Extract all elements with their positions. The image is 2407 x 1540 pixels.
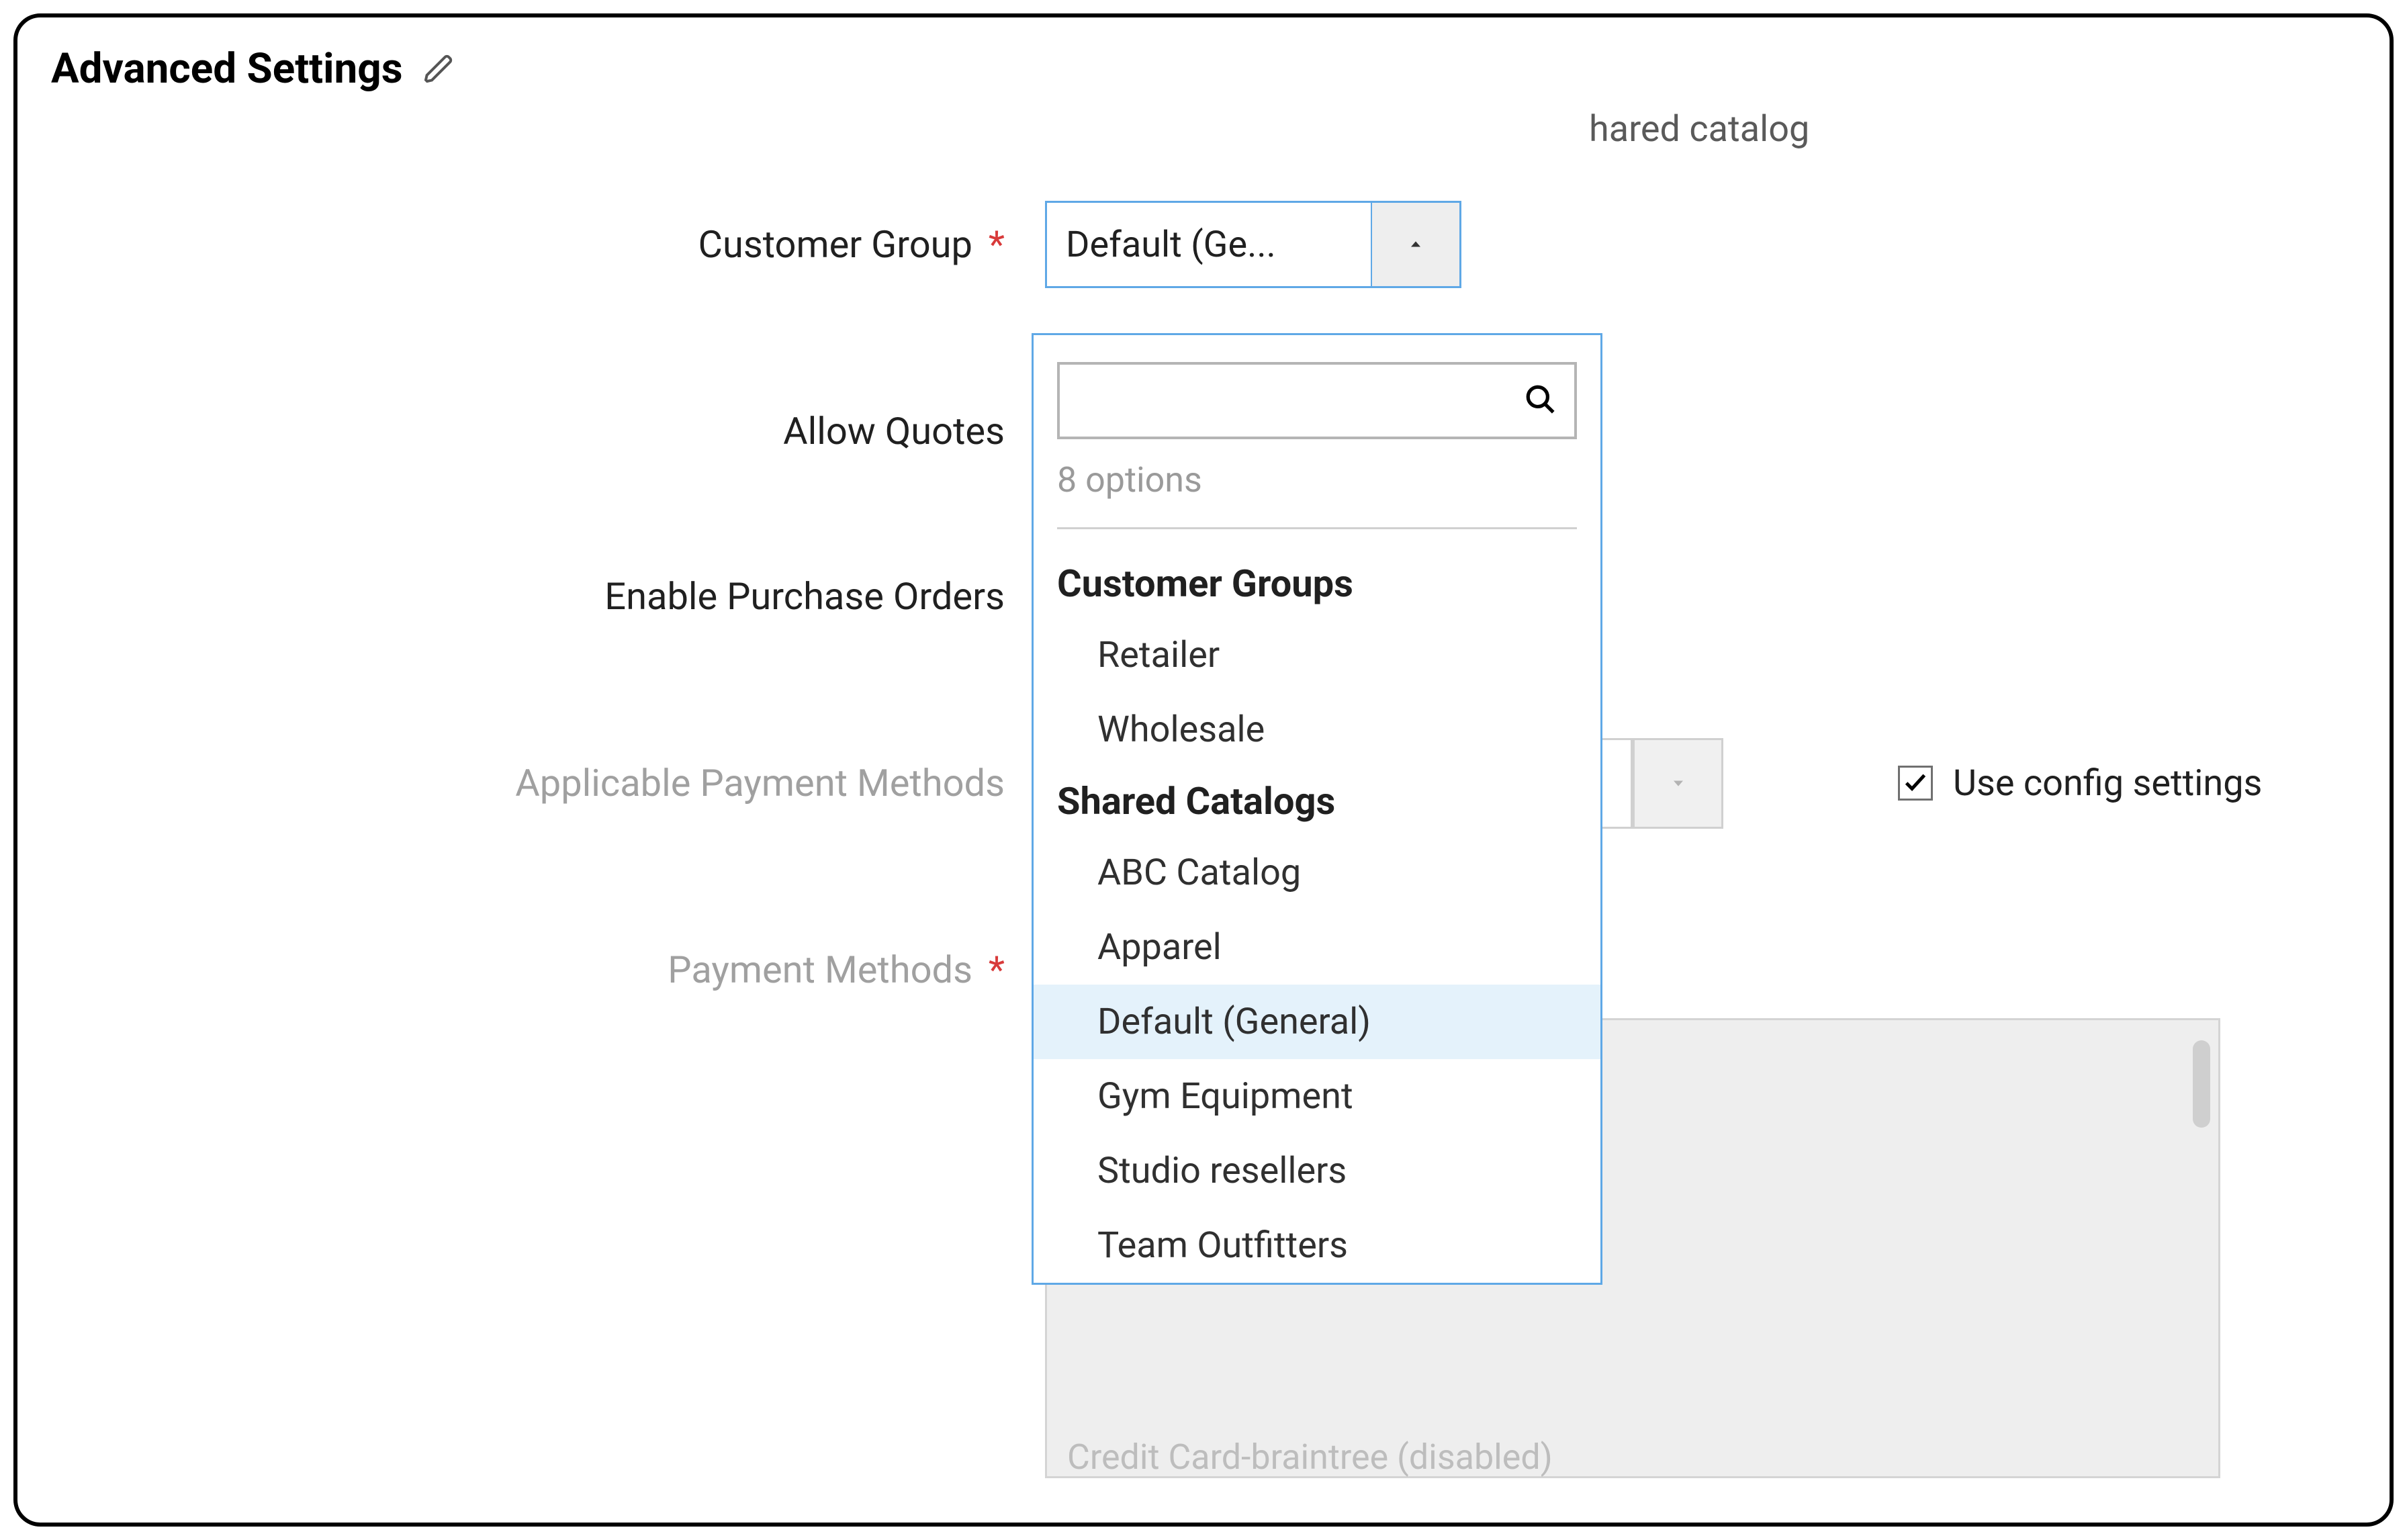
shared-catalog-text-fragment: hared catalog — [1589, 108, 1809, 150]
row-customer-group: Customer Group * Default (Ge... — [51, 201, 2356, 288]
dropdown-search-input[interactable] — [1077, 381, 1524, 421]
advanced-settings-panel: Advanced Settings Customer Group * Defau… — [13, 13, 2394, 1527]
label-payment-methods: Payment Methods * — [51, 948, 1045, 992]
edit-icon[interactable] — [423, 53, 455, 85]
label-applicable-pm: Applicable Payment Methods — [51, 761, 1045, 805]
required-asterisk: * — [989, 222, 1005, 267]
use-config-label: Use config settings — [1953, 762, 2262, 805]
customer-group-dropdown: 8 options Customer Groups Retailer Whole… — [1032, 333, 1602, 1285]
payment-method-item: Credit Card-braintree (disabled) — [1067, 1437, 1553, 1478]
dropdown-option[interactable]: Apparel — [1034, 910, 1600, 985]
label-enable-po: Enable Purchase Orders — [51, 574, 1045, 619]
chevron-down-icon — [1633, 738, 1723, 829]
search-icon[interactable] — [1524, 383, 1557, 419]
dropdown-option[interactable]: ABC Catalog — [1034, 835, 1600, 910]
dropdown-option[interactable]: Studio resellers — [1034, 1134, 1600, 1208]
customer-group-select[interactable]: Default (Ge... — [1045, 201, 1461, 288]
checkbox-box[interactable] — [1898, 766, 1933, 801]
dropdown-option[interactable]: Wholesale — [1034, 692, 1600, 767]
dropdown-group-shared-catalogs: Shared Catalogs — [1034, 767, 1600, 835]
dropdown-option[interactable]: Team Outfitters — [1034, 1208, 1600, 1283]
dropdown-group-customer-groups: Customer Groups — [1034, 549, 1600, 618]
customer-group-toggle[interactable] — [1372, 203, 1459, 286]
dropdown-options-count: 8 options — [1034, 459, 1600, 527]
section-title-text: Advanced Settings — [51, 44, 403, 93]
section-title: Advanced Settings — [51, 44, 2356, 93]
dropdown-search[interactable] — [1057, 362, 1577, 439]
customer-group-value: Default (Ge... — [1047, 203, 1372, 286]
required-asterisk: * — [989, 948, 1005, 992]
dropdown-separator — [1057, 527, 1577, 529]
scrollbar-thumb[interactable] — [2193, 1040, 2210, 1128]
dropdown-option[interactable]: Retailer — [1034, 618, 1600, 692]
label-customer-group-text: Customer Group — [698, 222, 972, 267]
use-config-checkbox[interactable]: Use config settings — [1898, 762, 2262, 805]
label-payment-methods-text: Payment Methods — [668, 948, 972, 992]
label-allow-quotes: Allow Quotes — [51, 409, 1045, 453]
dropdown-option-selected[interactable]: Default (General) — [1034, 985, 1600, 1059]
label-customer-group: Customer Group * — [51, 222, 1045, 267]
dropdown-option[interactable]: Gym Equipment — [1034, 1059, 1600, 1134]
